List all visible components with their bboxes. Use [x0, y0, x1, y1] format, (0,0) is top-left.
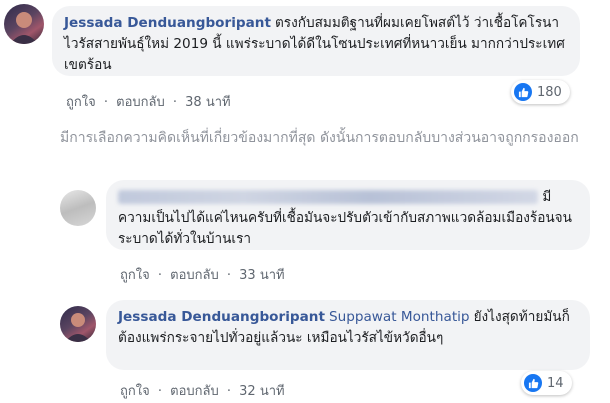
- reaction-count-badge[interactable]: 180: [511, 80, 570, 104]
- reaction-count-badge[interactable]: 14: [521, 371, 572, 395]
- reaction-count: 180: [537, 84, 562, 100]
- blurred-author-name: [118, 190, 538, 204]
- like-thumb-icon: [524, 374, 542, 392]
- timestamp[interactable]: 38 นาที: [185, 95, 230, 110]
- comment-author[interactable]: Jessada Denduangboripant: [64, 15, 271, 31]
- reply-link[interactable]: ตอบกลับ: [170, 384, 219, 399]
- like-link[interactable]: ถูกใจ: [120, 268, 150, 283]
- tagged-user[interactable]: Suppawat Monthatip: [329, 309, 470, 325]
- timestamp[interactable]: 32 นาที: [239, 384, 284, 399]
- reply-link[interactable]: ตอบกลับ: [116, 95, 165, 110]
- avatar[interactable]: [60, 190, 96, 226]
- separator-dot: ·: [226, 268, 232, 283]
- separator-dot: ·: [172, 95, 178, 110]
- separator-dot: ·: [157, 268, 162, 283]
- separator-dot: ·: [157, 384, 162, 399]
- separator-dot: ·: [226, 384, 232, 399]
- timestamp[interactable]: 33 นาที: [239, 268, 284, 283]
- comment-bubble: Jessada Denduangboripant ตรงกับสมมติฐานที…: [52, 6, 580, 76]
- avatar[interactable]: [4, 4, 44, 44]
- reply-bubble: มีความเป็นไปได้แค่ไหนครับที่เชื้อมันจะปร…: [106, 180, 590, 250]
- filter-notice: มีการเลือกความคิดเห็นที่เกี่ยวข้องมากที่…: [60, 130, 579, 146]
- reply-actions: ถูกใจ · ตอบกลับ · 33 นาที: [120, 264, 289, 285]
- reaction-count: 14: [547, 375, 564, 391]
- reply-actions: ถูกใจ · ตอบกลับ · 32 นาที: [120, 380, 289, 401]
- avatar[interactable]: [60, 306, 96, 342]
- like-link[interactable]: ถูกใจ: [120, 384, 150, 399]
- reply-link[interactable]: ตอบกลับ: [170, 268, 219, 283]
- separator-dot: ·: [103, 95, 108, 110]
- reply-bubble: Jessada Denduangboripant Suppawat Monthat…: [106, 300, 590, 370]
- like-thumb-icon: [514, 83, 532, 101]
- like-link[interactable]: ถูกใจ: [66, 95, 96, 110]
- reply-author[interactable]: Jessada Denduangboripant: [118, 309, 325, 325]
- comment-actions: ถูกใจ · ตอบกลับ · 38 นาที: [66, 91, 235, 112]
